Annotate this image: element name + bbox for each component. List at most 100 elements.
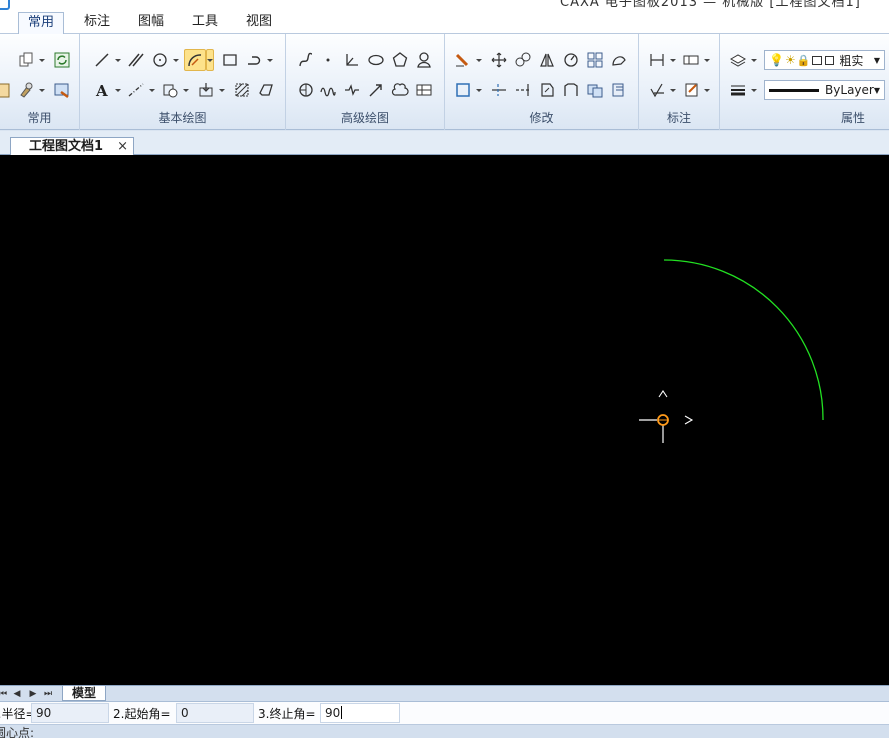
group-label-common: 常用 (27, 111, 52, 125)
move-icon[interactable] (489, 50, 509, 70)
delete-dropdown[interactable] (475, 50, 483, 70)
block-dropdown[interactable] (182, 80, 190, 100)
group-label-annotate: 标注 (666, 111, 691, 125)
block-icon[interactable] (160, 80, 180, 100)
extend-icon[interactable] (513, 80, 533, 100)
delete-icon[interactable] (453, 50, 473, 70)
copy-dropdown[interactable] (38, 50, 46, 70)
circle-dropdown[interactable] (172, 50, 180, 70)
layer-manager-icon[interactable] (728, 50, 748, 70)
text-icon[interactable]: A (92, 80, 112, 100)
select-dropdown[interactable] (475, 80, 483, 100)
chevron-down-icon: ▼ (873, 55, 880, 65)
text-dropdown[interactable] (114, 80, 122, 100)
trim-icon[interactable] (489, 80, 509, 100)
first-layout-button[interactable]: ⏮ (0, 687, 10, 701)
polyline-icon[interactable] (244, 50, 264, 70)
polyline-dropdown[interactable] (266, 50, 274, 70)
lineweight-icon[interactable] (728, 80, 748, 100)
spline-icon[interactable] (296, 50, 316, 70)
mirror-icon[interactable] (537, 50, 557, 70)
tolerance-icon[interactable] (681, 50, 701, 70)
drawing-canvas[interactable] (0, 155, 889, 685)
printer-icon (812, 55, 823, 65)
centerline-icon[interactable] (126, 80, 146, 100)
tab-tools[interactable]: 工具 (183, 12, 227, 34)
next-layout-button[interactable]: ▶ (26, 687, 40, 701)
line-icon[interactable] (92, 50, 112, 70)
format-dropdown[interactable] (38, 80, 46, 100)
start-angle-input[interactable]: 0 (176, 703, 254, 723)
stretch-icon[interactable] (537, 80, 557, 100)
scale-icon[interactable] (609, 50, 629, 70)
parallel-line-icon[interactable] (126, 50, 146, 70)
lock-icon: 🔒 (796, 53, 811, 67)
insert-image-icon[interactable] (196, 80, 216, 100)
prev-layout-button[interactable]: ◀ (10, 687, 24, 701)
rectangle-icon[interactable] (220, 50, 240, 70)
tab-annotate[interactable]: 标注 (75, 12, 119, 34)
document-tab[interactable]: 工程图文档1 × (10, 137, 134, 156)
lineweight-dropdown[interactable] (750, 80, 758, 100)
ordinate-icon[interactable] (342, 50, 362, 70)
region-icon[interactable] (256, 80, 276, 100)
surface-dropdown[interactable] (669, 80, 677, 100)
group-label-modify: 修改 (529, 111, 554, 125)
hole-icon[interactable] (296, 80, 316, 100)
offset-icon[interactable] (609, 80, 629, 100)
model-tab[interactable]: 模型 (62, 686, 106, 701)
cloud-line-icon[interactable] (390, 80, 410, 100)
array-icon[interactable] (585, 50, 605, 70)
tab-common[interactable]: 常用 (18, 12, 65, 34)
point-icon[interactable] (318, 50, 338, 70)
document-tab-bar: 工程图文档1 × (0, 131, 889, 156)
dimension-icon[interactable] (647, 50, 667, 70)
chamfer-icon[interactable] (561, 80, 581, 100)
select-box-icon[interactable] (453, 80, 473, 100)
circle-icon[interactable] (150, 50, 170, 70)
end-angle-value: 90 (325, 706, 341, 720)
group-modify: 修改 (445, 34, 639, 130)
refresh-icon[interactable] (52, 50, 72, 70)
leader-dropdown[interactable] (703, 80, 711, 100)
arrow-icon[interactable] (366, 80, 386, 100)
tab-view[interactable]: 视图 (237, 12, 281, 34)
break-line-icon[interactable] (342, 80, 362, 100)
line-sample-icon (769, 88, 820, 92)
ribbon-tab-bar: 常用 标注 图幅 工具 视图 (0, 10, 889, 34)
table-icon[interactable] (414, 80, 434, 100)
polygon-icon[interactable] (390, 50, 410, 70)
group-annotate: 标注 (639, 34, 720, 130)
tolerance-dropdown[interactable] (703, 50, 711, 70)
centerline-dropdown[interactable] (148, 80, 156, 100)
lineweight-combo[interactable]: ByLayer ▼ (764, 80, 885, 100)
radius-input[interactable]: 90 (31, 703, 109, 723)
leader-note-icon[interactable] (681, 80, 701, 100)
rotate-icon[interactable] (561, 50, 581, 70)
properties-icon[interactable] (52, 80, 72, 100)
close-icon[interactable]: × (117, 138, 128, 155)
arc-icon[interactable] (184, 49, 206, 71)
copy-icon[interactable] (16, 50, 36, 70)
surface-finish-icon[interactable] (647, 80, 667, 100)
dimension-dropdown[interactable] (669, 50, 677, 70)
keyhole-icon[interactable] (414, 50, 434, 70)
app-logo-icon[interactable] (0, 0, 10, 10)
tab-sheet[interactable]: 图幅 (129, 12, 173, 34)
line-dropdown[interactable] (114, 50, 122, 70)
wave-line-icon[interactable] (318, 80, 338, 100)
arc-dropdown[interactable] (206, 49, 214, 71)
layer-manager-dropdown[interactable] (750, 50, 758, 70)
text-caret (341, 706, 343, 719)
clipboard-icon[interactable] (0, 80, 14, 100)
end-angle-input[interactable]: 90 (320, 703, 400, 723)
explode-icon[interactable] (585, 80, 605, 100)
last-layout-button[interactable]: ⏭ (41, 687, 55, 701)
copy-object-icon[interactable] (513, 50, 533, 70)
hatch-icon[interactable] (232, 80, 252, 100)
format-brush-icon[interactable] (16, 80, 36, 100)
insert-dropdown[interactable] (218, 80, 226, 100)
layer-combo[interactable]: 💡 ☀ 🔒 粗实 ▼ (764, 50, 885, 70)
group-label-properties: 属性 (840, 111, 865, 125)
ellipse-icon[interactable] (366, 50, 386, 70)
